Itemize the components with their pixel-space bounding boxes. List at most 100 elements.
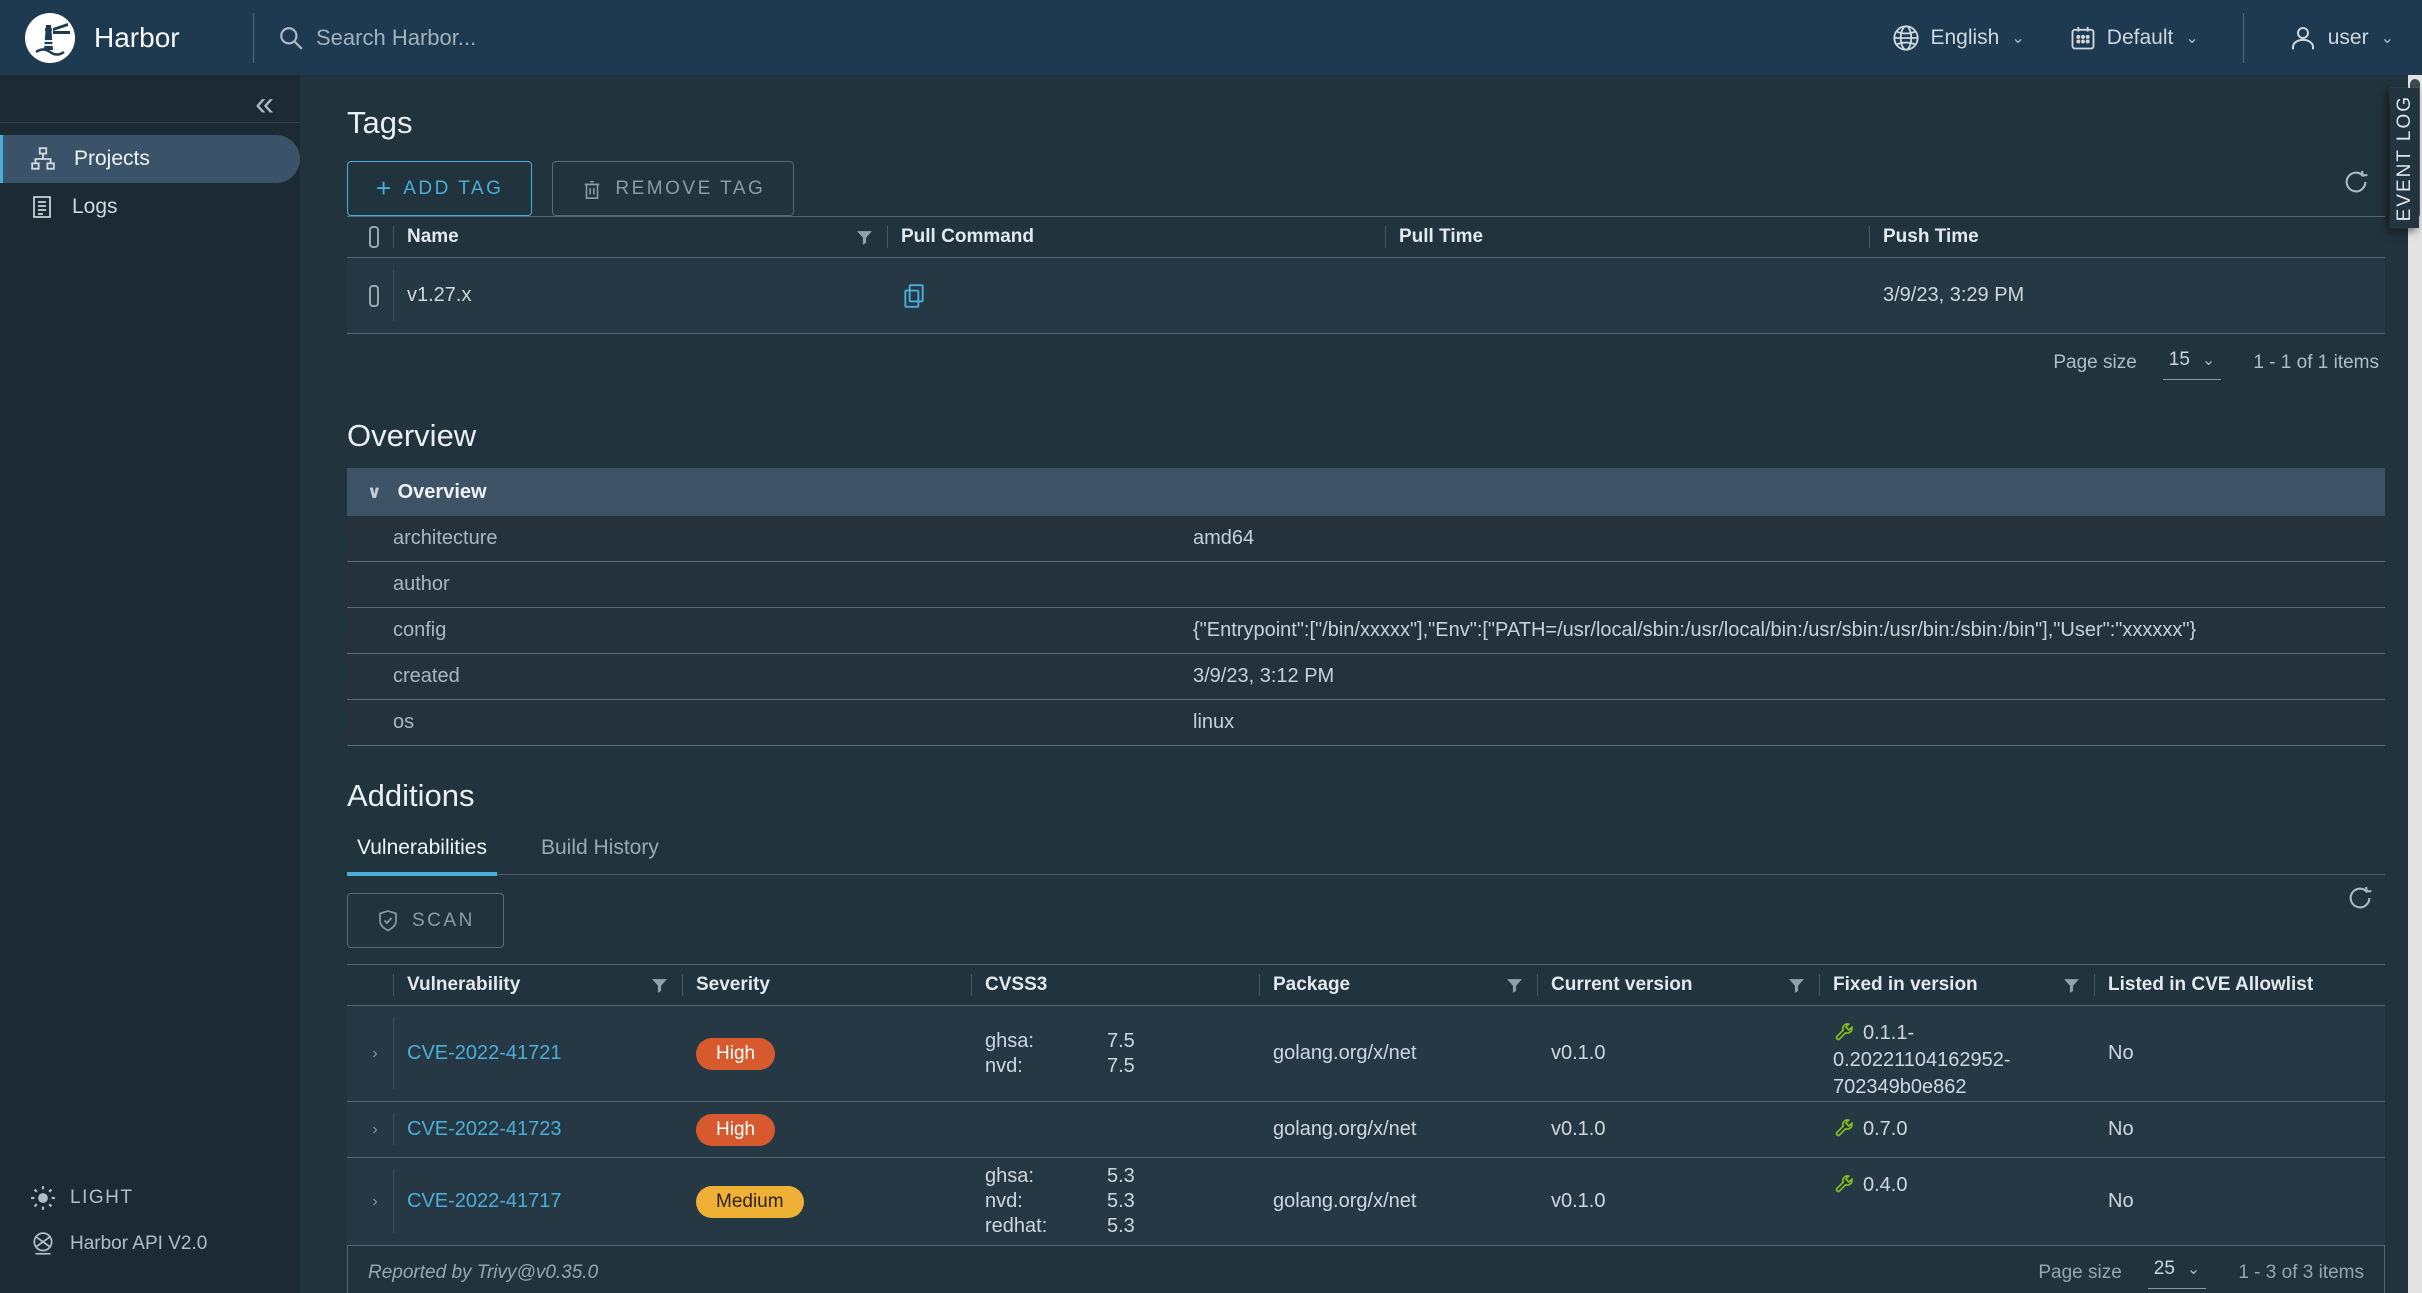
page-size-select[interactable]: 15 ⌄ <box>2163 347 2222 380</box>
severity-badge: Medium <box>696 1186 804 1218</box>
main-content: Tags + ADD TAG REMOVE TAG Name <box>300 75 2408 1293</box>
filter-icon[interactable] <box>1506 977 1523 994</box>
cve-link[interactable]: CVE-2022-41723 <box>407 1118 562 1141</box>
projects-icon <box>30 146 56 172</box>
cve-allowlist-cell: No <box>2094 1006 2385 1101</box>
sidebar-item-projects[interactable]: Projects <box>0 135 300 183</box>
page-size-label: Page size <box>2053 352 2136 374</box>
header-bar: Harbor English ⌄ <box>0 0 2422 75</box>
header-actions: English ⌄ Default ⌄ user ⌄ <box>1892 13 2422 63</box>
overview-row-architecture: architecture amd64 <box>347 516 2385 562</box>
expand-row-icon[interactable] <box>371 1121 379 1139</box>
expand-row-icon[interactable] <box>371 1193 379 1211</box>
tab-vulnerabilities[interactable]: Vulnerabilities <box>347 830 497 874</box>
tab-build-history[interactable]: Build History <box>531 830 669 874</box>
filter-icon[interactable] <box>856 229 873 246</box>
chevron-down-icon: ⌄ <box>2185 28 2198 48</box>
select-all-checkbox[interactable] <box>369 226 379 248</box>
overview-panel-header[interactable]: ∨ Overview <box>347 468 2385 516</box>
table-row[interactable]: CVE-2022-41723 High golang.org/x/net v0.… <box>347 1102 2385 1158</box>
cve-link[interactable]: CVE-2022-41717 <box>407 1190 562 1213</box>
globe-icon <box>1892 24 1920 52</box>
brand[interactable]: Harbor <box>0 12 253 64</box>
overview-row-os: os linux <box>347 700 2385 746</box>
api-label: Harbor API V2.0 <box>70 1233 207 1255</box>
table-row[interactable]: v1.27.x 3/9/23, 3:29 PM <box>347 258 2385 334</box>
refresh-icon[interactable] <box>2342 168 2370 202</box>
filter-icon[interactable] <box>1788 977 1805 994</box>
column-header-package[interactable]: Package <box>1259 965 1537 1005</box>
cvss3-cell <box>971 1102 1259 1157</box>
table-row[interactable]: CVE-2022-41717 Medium ghsa:5.3 nvd:5.3 r… <box>347 1158 2385 1246</box>
package-cell: golang.org/x/net <box>1259 1102 1537 1157</box>
overview-row-config: config {"Entrypoint":["/bin/xxxxx"],"Env… <box>347 608 2385 654</box>
column-header-pull-command[interactable]: Pull Command <box>887 217 1385 257</box>
fixed-version-cell: 0.4.0 <box>1819 1158 2094 1245</box>
datetime-menu[interactable]: Default ⌄ <box>2069 24 2199 52</box>
sidebar-footer: LIGHT Harbor API V2.0 <box>0 1175 300 1267</box>
search-input[interactable] <box>316 25 916 51</box>
vulnerabilities-table-header: Vulnerability Severity CVSS3 Package Cur… <box>347 964 2385 1006</box>
column-header-severity[interactable]: Severity <box>682 965 971 1005</box>
chevron-down-icon: ⌄ <box>2202 350 2215 370</box>
severity-badge: High <box>696 1114 775 1146</box>
tags-title: Tags <box>347 105 2385 141</box>
chevron-down-icon: ⌄ <box>2011 28 2024 48</box>
fixed-version-cell: 0.1.1-0.20221104162952-702349b0e862 <box>1819 1006 2094 1101</box>
additions-title: Additions <box>347 778 2385 814</box>
copy-icon[interactable] <box>901 283 927 309</box>
column-header-name[interactable]: Name <box>393 217 887 257</box>
sidebar-collapse-button[interactable]: « <box>255 85 274 124</box>
scan-toolbar: SCAN <box>347 893 2385 948</box>
vulnerabilities-table-footer: Reported by Trivy@v0.35.0 Page size 25 ⌄… <box>347 1246 2385 1293</box>
current-version-cell: v0.1.0 <box>1537 1158 1819 1245</box>
theme-label: LIGHT <box>70 1187 133 1209</box>
tags-pagination: Page size 15 ⌄ 1 - 1 of 1 items <box>347 334 2385 392</box>
column-header-pull-time[interactable]: Pull Time <box>1385 217 1869 257</box>
trash-icon <box>581 178 603 200</box>
shield-check-icon <box>376 909 400 933</box>
table-row[interactable]: CVE-2022-41721 High ghsa:7.5 nvd:7.5 gol… <box>347 1006 2385 1102</box>
scan-button[interactable]: SCAN <box>347 893 504 948</box>
cve-link[interactable]: CVE-2022-41721 <box>407 1042 562 1065</box>
global-search[interactable] <box>278 25 1892 51</box>
filter-icon[interactable] <box>2063 977 2080 994</box>
sidebar-item-label: Projects <box>74 147 150 171</box>
severity-badge: High <box>696 1038 775 1070</box>
theme-toggle[interactable]: LIGHT <box>0 1175 300 1221</box>
sidebar-item-label: Logs <box>72 195 118 219</box>
filter-icon[interactable] <box>651 977 668 994</box>
api-icon <box>30 1231 56 1257</box>
column-header-fixed-version[interactable]: Fixed in version <box>1819 965 2094 1005</box>
refresh-icon[interactable] <box>2346 884 2374 918</box>
page-size-select[interactable]: 25 ⌄ <box>2148 1256 2207 1289</box>
column-header-push-time[interactable]: Push Time <box>1869 217 2385 257</box>
language-menu[interactable]: English ⌄ <box>1892 24 2024 52</box>
remove-tag-button[interactable]: REMOVE TAG <box>552 161 794 216</box>
pull-command-cell <box>887 258 1385 333</box>
sidebar-item-logs[interactable]: Logs <box>0 183 300 231</box>
plus-icon: + <box>376 173 391 204</box>
pagination-range: 1 - 1 of 1 items <box>2253 352 2379 374</box>
expand-row-icon[interactable] <box>371 1045 379 1063</box>
wrench-icon <box>1833 1021 1855 1043</box>
overview-row-created: created 3/9/23, 3:12 PM <box>347 654 2385 700</box>
column-header-current-version[interactable]: Current version <box>1537 965 1819 1005</box>
column-header-vulnerability[interactable]: Vulnerability <box>393 965 682 1005</box>
column-header-cve-allowlist[interactable]: Listed in CVE Allowlist <box>2094 965 2385 1005</box>
pagination-range: 1 - 3 of 3 items <box>2238 1262 2364 1284</box>
column-header-cvss3[interactable]: CVSS3 <box>971 965 1259 1005</box>
user-menu[interactable]: user ⌄ <box>2288 23 2394 53</box>
add-tag-button[interactable]: + ADD TAG <box>347 161 532 216</box>
user-icon <box>2288 23 2318 53</box>
wrench-icon <box>1833 1173 1855 1195</box>
additions-tabs: Vulnerabilities Build History <box>347 830 2385 875</box>
package-cell: golang.org/x/net <box>1259 1158 1537 1245</box>
row-checkbox[interactable] <box>369 285 379 307</box>
api-explorer-link[interactable]: Harbor API V2.0 <box>0 1221 300 1267</box>
harbor-app: Harbor English ⌄ <box>0 0 2422 1293</box>
overview-panel: ∨ Overview architecture amd64 author con… <box>347 468 2385 746</box>
calendar-icon <box>2069 24 2097 52</box>
event-log-tab[interactable]: EVENT LOG <box>2390 88 2419 228</box>
page-scrollbar[interactable] <box>2408 75 2422 1293</box>
